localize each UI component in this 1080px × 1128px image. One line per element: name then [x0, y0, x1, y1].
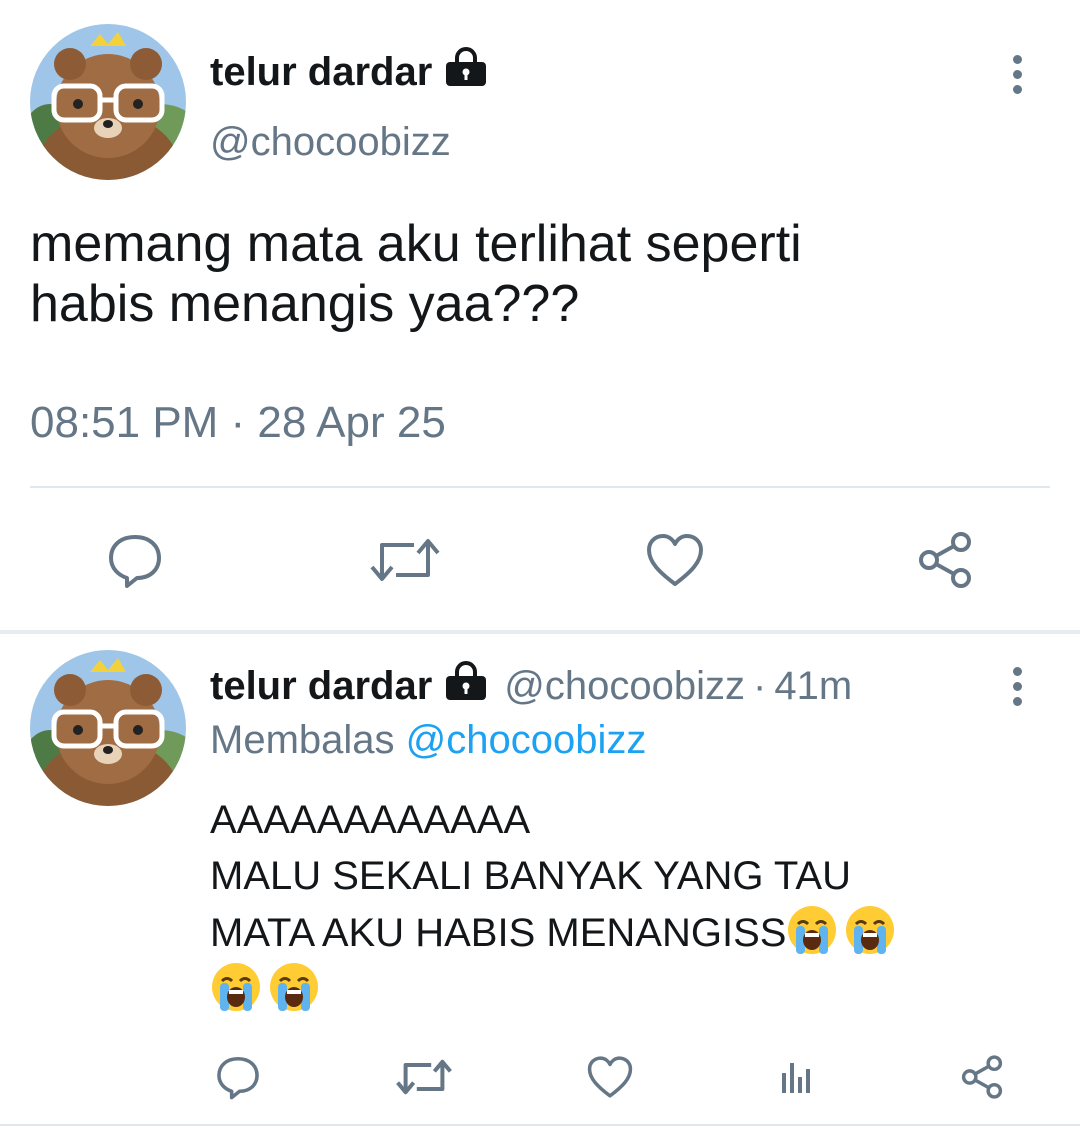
retweet-button[interactable]: [368, 528, 442, 592]
share-button[interactable]: [910, 528, 980, 592]
replying-to: Membalas @chocoobizz: [210, 718, 646, 763]
divider: [30, 486, 1050, 488]
crying-face-emoji-icon: [268, 961, 320, 1013]
reply-line: AAAAAAAAAAAA: [210, 798, 531, 842]
bottom-divider: [0, 1124, 1080, 1126]
reply-icon: [106, 531, 164, 589]
reply-avatar[interactable]: [30, 650, 186, 806]
replying-mention[interactable]: @chocoobizz: [406, 718, 647, 762]
avatar[interactable]: [30, 24, 186, 180]
like-button[interactable]: [582, 1050, 638, 1104]
reply-line: MALU SEKALI BANYAK YANG TAU: [210, 854, 851, 898]
retweet-icon: [396, 1057, 452, 1097]
separator-dot: ·: [753, 663, 767, 708]
lock-icon: [442, 47, 490, 97]
replying-label: Membalas: [210, 718, 395, 762]
like-icon: [645, 532, 705, 588]
section-separator: [0, 630, 1080, 634]
display-name-text[interactable]: telur dardar: [210, 50, 432, 95]
display-name[interactable]: telur dardar: [210, 44, 490, 100]
more-options-icon[interactable]: [997, 44, 1037, 104]
retweet-icon: [370, 535, 440, 585]
like-icon: [586, 1055, 634, 1099]
tweet-timestamp[interactable]: 08:51 PM · 28 Apr 25: [30, 398, 446, 448]
reply-line-text: MATA AKU HABIS MENANGISS: [210, 911, 787, 955]
reply-line: [210, 961, 1050, 1018]
share-icon: [915, 530, 975, 590]
crying-face-emoji-icon: [844, 904, 896, 956]
handle[interactable]: @chocoobizz: [210, 120, 451, 165]
reply-line: MATA AKU HABIS MENANGISS: [210, 904, 1050, 961]
like-button[interactable]: [640, 528, 710, 592]
analytics-button[interactable]: [770, 1050, 822, 1104]
crying-face-emoji-icon: [786, 904, 838, 956]
tweet-text: memang mata aku terlihat seperti habis m…: [30, 215, 802, 333]
share-button[interactable]: [954, 1050, 1010, 1104]
lock-icon: [442, 661, 490, 711]
more-options-icon[interactable]: [997, 656, 1037, 716]
crying-face-emoji-icon: [210, 961, 262, 1013]
analytics-icon: [776, 1057, 816, 1097]
reply-handle[interactable]: @chocoobizz: [504, 664, 745, 709]
reply-time[interactable]: 41m: [774, 664, 852, 709]
share-icon: [959, 1054, 1005, 1100]
reply-button[interactable]: [210, 1050, 266, 1104]
reply-button[interactable]: [100, 528, 170, 592]
reply-text: AAAAAAAAAAAA MALU SEKALI BANYAK YANG TAU…: [210, 792, 1050, 1018]
retweet-button[interactable]: [394, 1050, 454, 1104]
reply-display-name[interactable]: telur dardar: [210, 664, 432, 709]
reply-header: telur dardar @chocoobizz · 41m: [210, 658, 852, 714]
reply-icon: [215, 1054, 261, 1100]
